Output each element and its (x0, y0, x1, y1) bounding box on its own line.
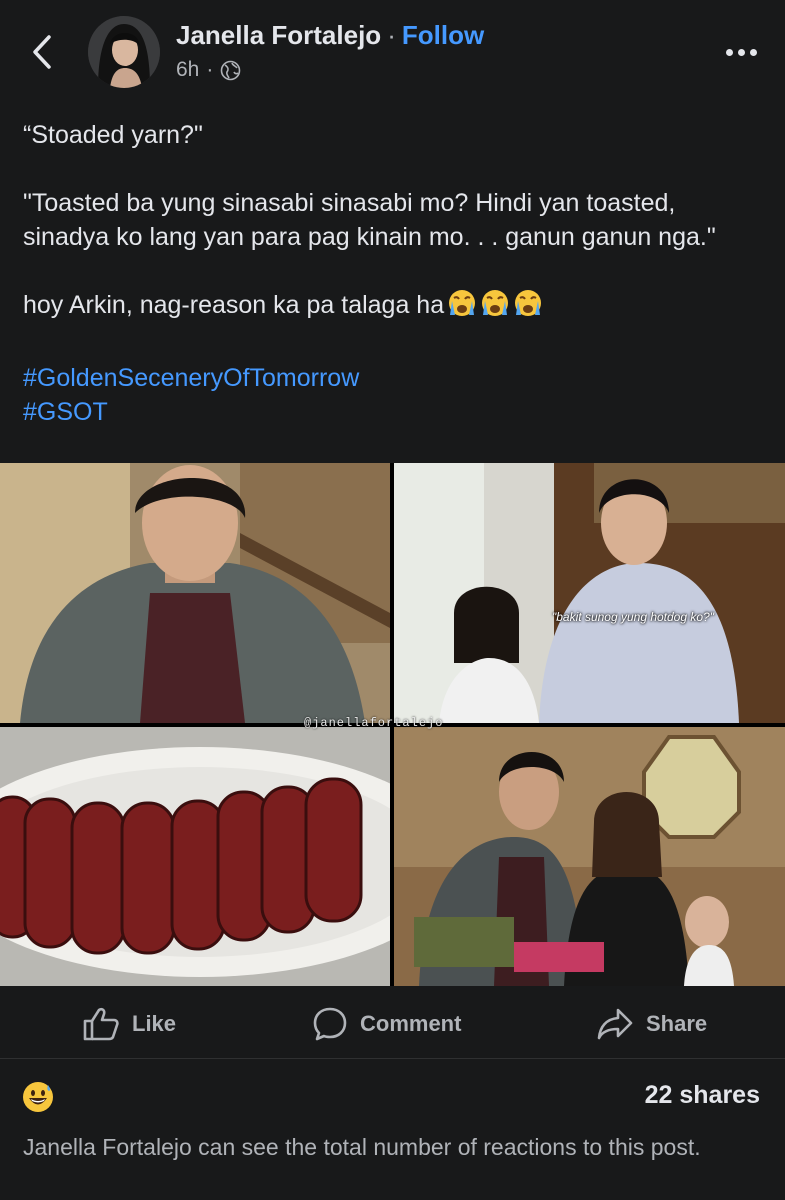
meta-separator: · (206, 58, 214, 81)
post-header: Janella Fortalejo · Follow 6h · (0, 0, 785, 105)
comment-bubble-icon (313, 1007, 347, 1041)
share-arrow-icon (597, 1008, 633, 1040)
divider (0, 1058, 785, 1059)
photo-burnt-hotdogs[interactable] (0, 727, 390, 986)
photo-girls-in-uniform[interactable] (394, 463, 785, 723)
crying-face-emoji (447, 288, 477, 327)
post-line-2: "Toasted ba yung sinasabi sinasabi mo? H… (23, 189, 716, 251)
more-dots-icon (725, 48, 733, 56)
like-button[interactable]: Like (82, 1000, 176, 1048)
author-row: Janella Fortalejo · Follow (176, 20, 484, 51)
more-options-button[interactable] (718, 34, 764, 70)
name-separator: · (387, 20, 396, 50)
globe-icon (221, 60, 241, 80)
post-body: “Stoaded yarn?" "Toasted ba yung sinasab… (23, 118, 768, 429)
photo-man-in-jacket[interactable] (0, 463, 390, 723)
post-line-1: “Stoaded yarn?" (23, 121, 203, 149)
crying-face-emoji (513, 288, 543, 327)
follow-button[interactable]: Follow (402, 20, 484, 50)
chevron-left-icon (33, 35, 51, 69)
post-meta: 6h · (176, 58, 241, 82)
grinning-sweat-emoji-icon[interactable] (22, 1081, 54, 1113)
like-label: Like (132, 1011, 177, 1036)
reactions-notice: Janella Fortalejo can see the total numb… (23, 1134, 701, 1160)
photo-watermark: @janellafortalejo (304, 716, 444, 730)
comment-button[interactable]: Comment (312, 1000, 461, 1048)
hashtag-gsot[interactable]: #GSOT (23, 395, 768, 429)
post-time[interactable]: 6h (176, 58, 199, 82)
shares-count[interactable]: 22 shares (645, 1081, 760, 1110)
comment-label: Comment (360, 1011, 462, 1036)
hashtag-goldensecenery[interactable]: #GoldenSeceneryOfTomorrow (23, 361, 768, 395)
share-label: Share (646, 1011, 708, 1036)
author-name[interactable]: Janella Fortalejo (176, 20, 381, 50)
share-button[interactable]: Share (596, 1000, 707, 1048)
post-line-3: hoy Arkin, nag-reason ka pa talaga ha (23, 288, 768, 327)
photo-subtitle: "bakit sunog yung hotdog ko?" (552, 610, 714, 624)
avatar[interactable] (88, 16, 160, 88)
photo-family-scene[interactable] (394, 727, 785, 986)
action-bar: Like Comment Share (0, 990, 785, 1058)
crying-face-emoji (480, 288, 510, 327)
back-button[interactable] (22, 28, 62, 76)
thumbs-up-icon (83, 1007, 119, 1041)
